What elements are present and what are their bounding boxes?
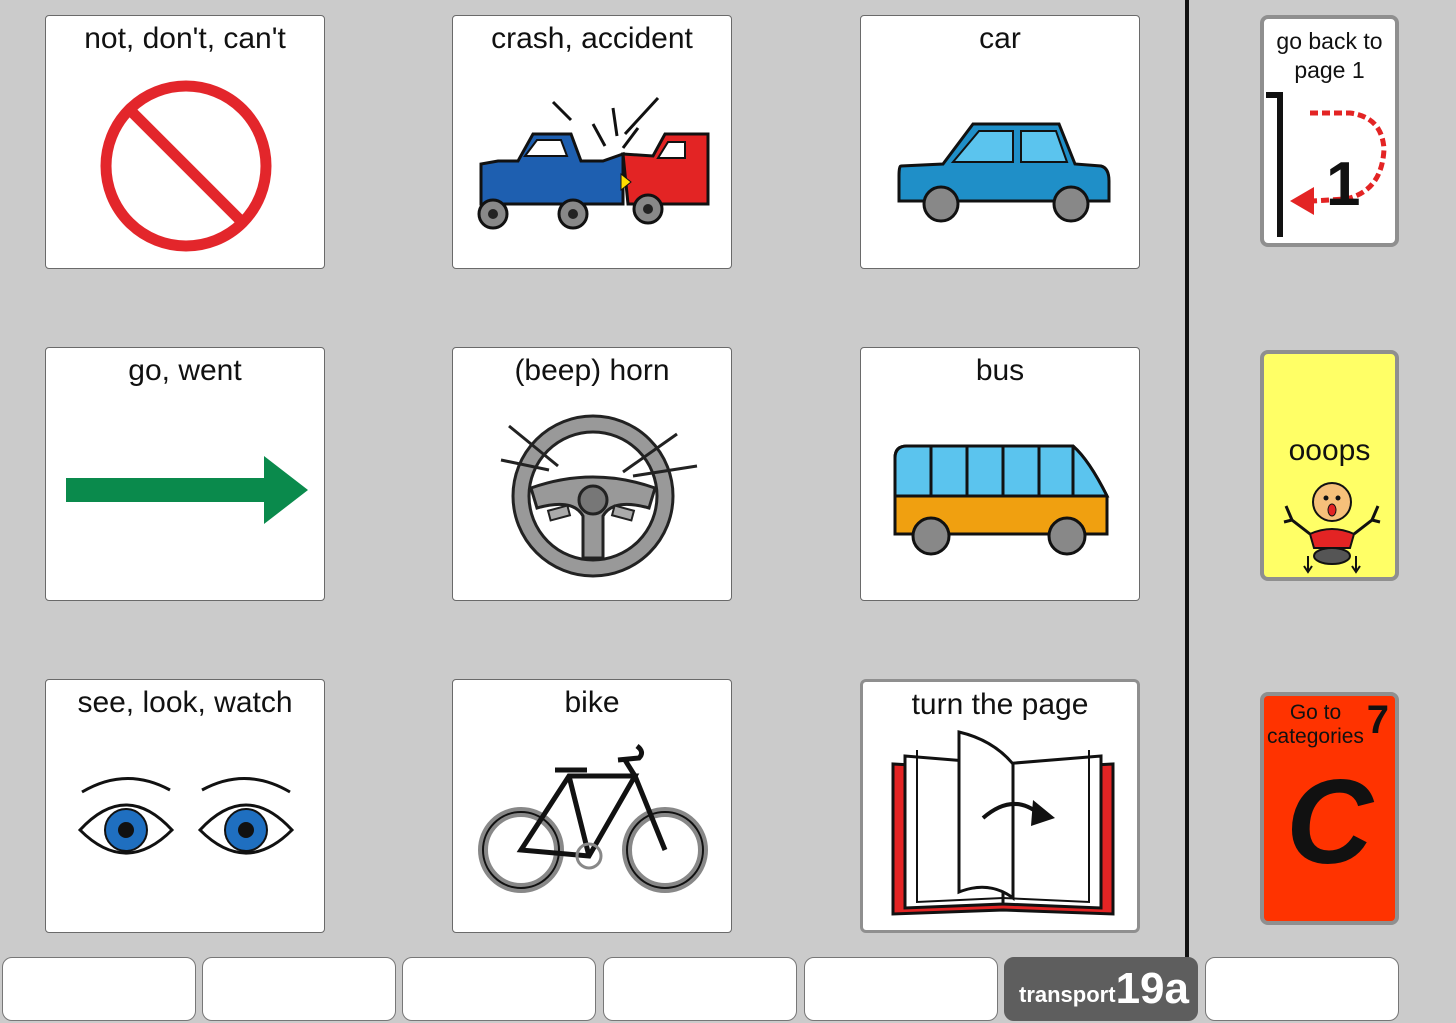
surprised-person-icon [1283,482,1381,574]
right-arrow-icon [66,456,308,524]
bottom-tab-transport-active[interactable]: transport 19a [1004,957,1198,1021]
bottom-tab-4[interactable] [603,957,797,1021]
oops-button[interactable]: ooops [1260,350,1399,581]
car-crash-icon [477,96,710,230]
oops-label: ooops [1288,434,1371,467]
steering-wheel-icon [500,414,698,578]
panel-divider [1185,0,1189,960]
bottom-tab-2[interactable] [202,957,396,1021]
open-book-icon [891,730,1115,916]
bottom-tab-1[interactable] [2,957,196,1021]
bottom-tab-3[interactable] [402,957,596,1021]
categories-page-number: 7 [1366,698,1389,742]
bicycle-icon [478,744,708,893]
go-back-page-1-button[interactable]: go back to page 1 1 [1260,15,1399,247]
eyes-icon [77,777,295,855]
cell-see-look-watch[interactable]: see, look, watch [45,679,325,933]
cell-car[interactable]: car [860,15,1140,269]
svg-text:1: 1 [1326,150,1360,219]
cell-bus[interactable]: bus [860,347,1140,601]
tab-title: transport [1019,982,1116,1007]
cell-turn-the-page[interactable]: turn the page [860,679,1140,933]
back-to-page-one-icon: 1 [1266,92,1387,237]
cell-not-dont-cant[interactable]: not, don't, can't [45,15,325,269]
cell-beep-horn[interactable]: (beep) horn [452,347,732,601]
go-back-label: go back to page 1 [1276,28,1383,83]
cell-go-went[interactable]: go, went [45,347,325,601]
categories-label: Go to categories [1267,701,1364,748]
cell-bike[interactable]: bike [452,679,732,933]
bottom-tab-7[interactable] [1205,957,1399,1021]
no-sign-icon [100,80,272,252]
go-to-categories-button[interactable]: Go to categories 7 C [1260,692,1399,925]
categories-c-icon: C [1286,755,1373,889]
tab-page-number: 19a [1115,964,1189,1013]
car-icon [897,122,1111,223]
bottom-tab-5[interactable] [804,957,998,1021]
cell-crash-accident[interactable]: crash, accident [452,15,732,269]
bus-icon [893,444,1110,556]
